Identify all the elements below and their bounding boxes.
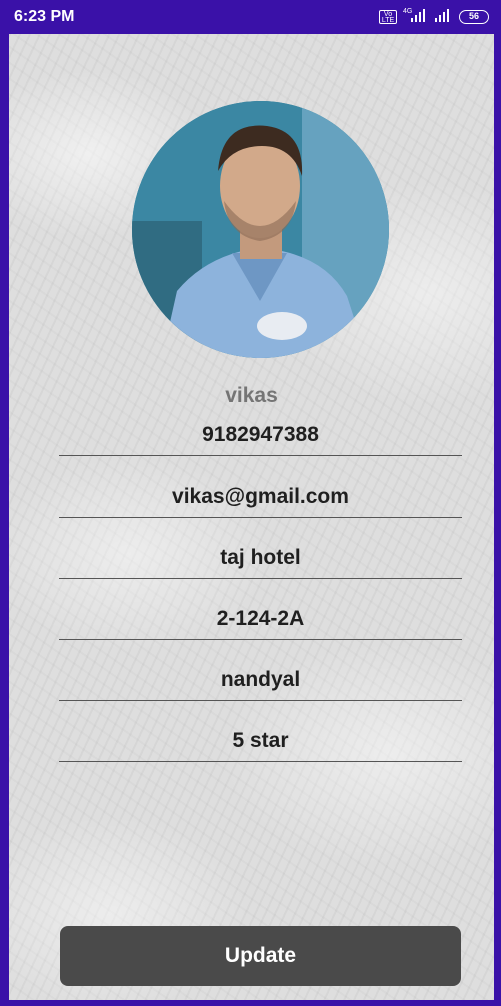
hotel-name-field[interactable]: taj hotel: [59, 538, 462, 579]
status-icons: Vo LTE 4G 56: [379, 7, 489, 28]
profile-avatar[interactable]: [132, 101, 389, 358]
status-bar: 6:23 PM Vo LTE 4G 56: [0, 0, 501, 34]
signal-icon: [433, 7, 453, 28]
profile-screen: vikas 9182947388 vikas@gmail.com taj hot…: [9, 34, 494, 1000]
rating-field[interactable]: 5 star: [59, 721, 462, 762]
city-field[interactable]: nandyal: [59, 660, 462, 701]
email-field[interactable]: vikas@gmail.com: [59, 477, 462, 518]
network-type-label: 4G: [403, 8, 412, 15]
volte-icon: Vo LTE: [379, 10, 397, 24]
battery-icon: 56: [459, 10, 489, 24]
address-field[interactable]: 2-124-2A: [59, 599, 462, 640]
status-time: 6:23 PM: [14, 8, 75, 25]
phone-field[interactable]: 9182947388: [59, 415, 462, 456]
person-photo-icon: [132, 101, 389, 358]
signal-4g-icon: 4G: [403, 7, 427, 28]
update-button[interactable]: Update: [60, 926, 461, 986]
profile-name: vikas: [225, 384, 278, 407]
